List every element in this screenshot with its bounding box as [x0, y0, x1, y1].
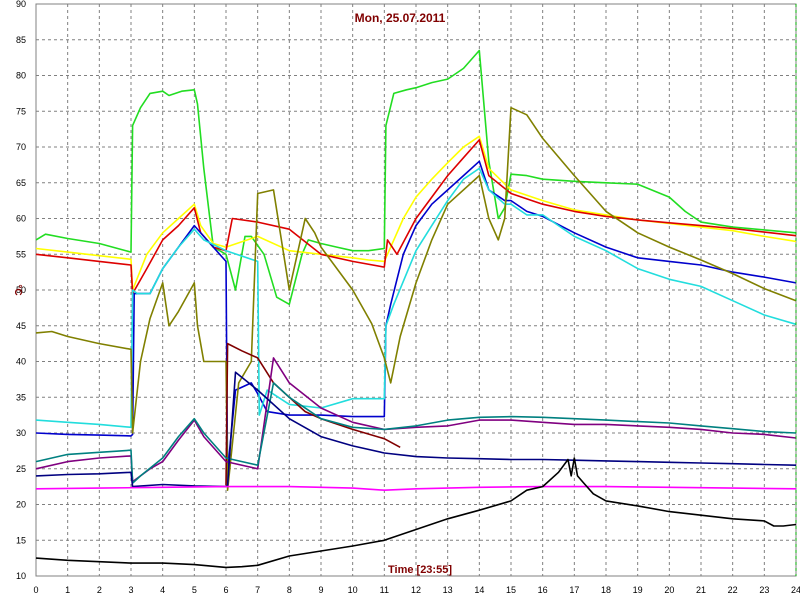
x-tick-label: 13	[443, 585, 453, 595]
x-tick-labels: 0 1 2 3 4 5 6 7 8 9 10 11 12 13 14 15 16 17 18 19 20 21 22 23 24	[33, 585, 800, 595]
x-tick-label: 20	[664, 585, 674, 595]
x-tick-label: 15	[506, 585, 516, 595]
x-tick-label: 19	[633, 585, 643, 595]
x-tick-label: 6	[223, 585, 228, 595]
y-tick-label: 70	[16, 142, 26, 152]
x-tick-label: 8	[287, 585, 292, 595]
y-tick-label: 15	[16, 535, 26, 545]
x-tick-label: 22	[728, 585, 738, 595]
y-tick-label: 55	[16, 249, 26, 259]
x-tick-label: 2	[97, 585, 102, 595]
x-tick-label: 4	[160, 585, 165, 595]
y-tick-label: 85	[16, 35, 26, 45]
y-tick-label: 45	[16, 321, 26, 331]
x-tick-label: 0	[33, 585, 38, 595]
x-tick-label: 1	[65, 585, 70, 595]
y-axis-label: °C	[12, 284, 23, 295]
temperature-chart: 1015202530354045505560657075808590 01234…	[12, 0, 800, 595]
x-tick-label: 24	[791, 585, 800, 595]
y-tick-label: 10	[16, 571, 26, 581]
y-tick-label: 60	[16, 214, 26, 224]
chart-title: Mon, 25.07.2011	[355, 11, 446, 25]
x-tick-label: 17	[569, 585, 579, 595]
x-axis-label: Time [23:55]	[388, 564, 452, 576]
x-tick-label: 14	[474, 585, 484, 595]
y-tick-label: 80	[16, 71, 26, 81]
x-tick-label: 5	[192, 585, 197, 595]
y-tick-label: 75	[16, 106, 26, 116]
x-tick-label: 21	[696, 585, 706, 595]
x-tick-label: 10	[348, 585, 358, 595]
x-tick-label: 12	[411, 585, 421, 595]
x-tick-label: 9	[318, 585, 323, 595]
y-tick-label: 20	[16, 500, 26, 510]
y-tick-label: 40	[16, 357, 26, 367]
x-tick-label: 18	[601, 585, 611, 595]
x-tick-label: 11	[380, 585, 389, 595]
y-tick-label: 65	[16, 178, 26, 188]
y-tick-label: 35	[16, 392, 26, 402]
x-tick-label: 23	[759, 585, 769, 595]
y-tick-label: 90	[16, 0, 26, 9]
x-tick-label: 3	[128, 585, 133, 595]
y-tick-label: 25	[16, 464, 26, 474]
x-tick-label: 16	[538, 585, 548, 595]
x-tick-label: 7	[255, 585, 260, 595]
y-tick-label: 30	[16, 428, 26, 438]
